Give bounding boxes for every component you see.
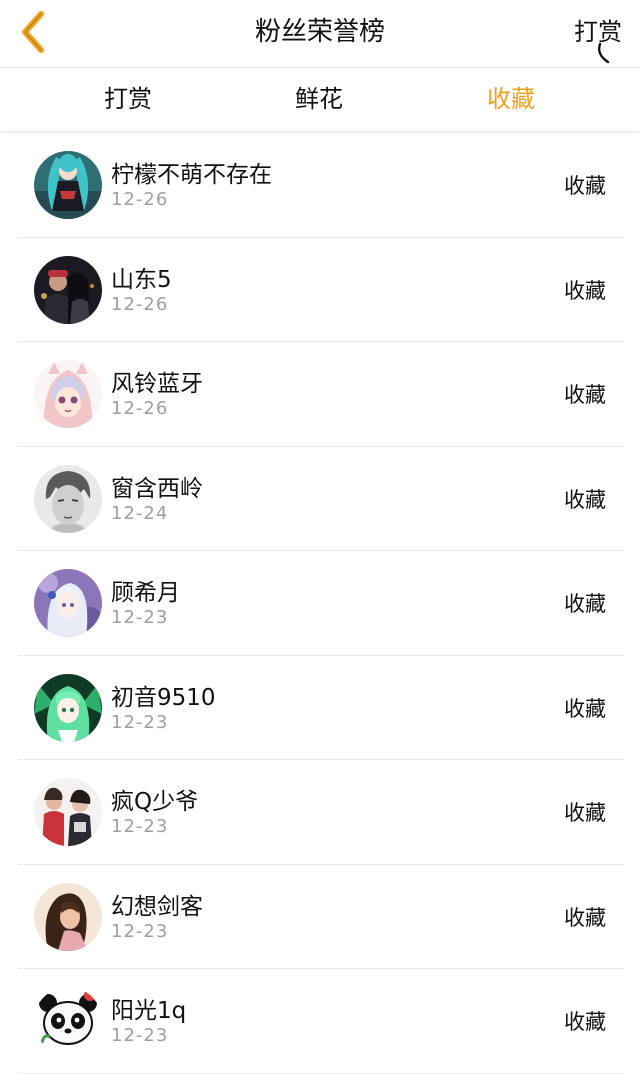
photo-avatar-icon [34, 882, 102, 951]
page-title: 粉丝荣誉榜 [254, 17, 385, 47]
list-item[interactable]: 窗含西岭 12-24 收藏 [18, 447, 624, 551]
list-item[interactable]: 顾希月 12-23 收藏 [18, 551, 624, 656]
list-item[interactable]: 疯Q少爷 12-23 收藏 [18, 760, 624, 865]
panda-avatar-icon [34, 987, 102, 1055]
fan-name: 窗含西岭 [111, 475, 203, 502]
fan-date: 12-23 [111, 1025, 169, 1046]
tab-flowers[interactable]: 鲜花 [249, 68, 389, 132]
action-label: 收藏 [564, 383, 606, 407]
action-label: 收藏 [564, 592, 606, 616]
fan-name: 柠檬不萌不存在 [111, 162, 272, 188]
avatar[interactable] [34, 987, 102, 1055]
fan-name: 山东5 [111, 266, 172, 293]
action-label: 收藏 [564, 801, 606, 825]
avatar[interactable] [34, 464, 102, 533]
avatar[interactable] [34, 778, 102, 846]
action-label: 收藏 [564, 905, 606, 930]
avatar[interactable] [34, 882, 102, 951]
action-label: 收藏 [564, 1010, 606, 1034]
fan-name: 初音9510 [111, 684, 216, 711]
action-label: 收藏 [564, 487, 606, 512]
tab-reward[interactable]: 打赏 [58, 68, 198, 132]
anime-avatar-icon [34, 673, 102, 742]
list-item[interactable]: 阳光1q 12-23 收藏 [18, 969, 624, 1074]
photo-avatar-icon [34, 255, 102, 324]
fan-name: 幻想剑客 [111, 893, 203, 920]
navigation-bar: 粉丝荣誉榜 打赏 [0, 0, 640, 68]
fan-date: 12-23 [111, 816, 169, 837]
fan-date: 12-26 [111, 398, 169, 419]
fan-name: 风铃蓝牙 [111, 371, 203, 397]
avatar[interactable] [34, 673, 102, 742]
photo-avatar-icon [34, 778, 102, 846]
list-item[interactable]: 幻想剑客 12-23 收藏 [18, 865, 624, 969]
fan-date: 12-23 [111, 607, 169, 628]
fan-name: 疯Q少爷 [111, 789, 199, 815]
list-item[interactable]: 初音9510 12-23 收藏 [18, 656, 624, 760]
action-label: 收藏 [564, 174, 606, 198]
sketch-avatar-icon [34, 464, 102, 533]
fan-date: 12-23 [111, 711, 169, 733]
avatar[interactable] [34, 151, 102, 219]
fan-date: 12-24 [111, 502, 169, 524]
avatar[interactable] [34, 255, 102, 324]
fan-name: 顾希月 [111, 580, 180, 606]
fan-name: 阳光1q [111, 998, 187, 1024]
cursor-mark-icon [597, 42, 610, 64]
list-item[interactable]: 柠檬不萌不存在 12-26 收藏 [18, 133, 624, 238]
action-label: 收藏 [564, 278, 606, 303]
fan-date: 12-26 [111, 189, 169, 210]
avatar[interactable] [34, 569, 102, 637]
tab-bar: 打赏 鲜花 收藏 [0, 68, 640, 132]
fan-date: 12-23 [111, 920, 169, 942]
list-item[interactable]: 山东5 12-26 收藏 [18, 238, 624, 342]
anime-avatar-icon [34, 569, 102, 637]
fan-date: 12-26 [111, 293, 169, 315]
anime-avatar-icon [34, 151, 102, 219]
back-button[interactable] [10, 6, 54, 58]
chevron-left-icon [22, 11, 44, 53]
avatar[interactable] [34, 360, 102, 428]
anime-avatar-icon [34, 360, 102, 428]
tab-favorites[interactable]: 收藏 [441, 68, 581, 132]
action-label: 收藏 [564, 696, 606, 721]
list-item[interactable]: 风铃蓝牙 12-26 收藏 [18, 342, 624, 447]
fan-list: 柠檬不萌不存在 12-26 收藏 山东5 12-26 收藏 风铃蓝牙 12-26… [0, 133, 640, 1074]
